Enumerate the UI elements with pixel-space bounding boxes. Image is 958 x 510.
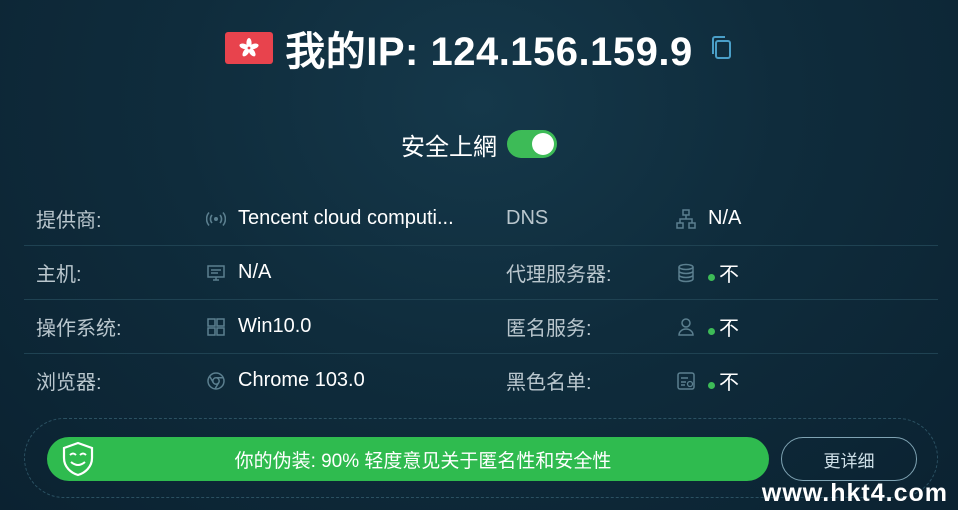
blacklist-icon xyxy=(677,371,695,390)
blacklist-value-cell: 不 xyxy=(676,366,739,395)
status-dot xyxy=(708,274,715,281)
os-value-cell: Win10.0 xyxy=(206,315,506,338)
safe-browsing-row: 安全上網 xyxy=(0,126,958,162)
provider-label: 提供商: xyxy=(36,210,102,232)
signal-icon xyxy=(206,211,226,226)
table-row: 浏览器: Chrome 103.0 黑色名单: 不 xyxy=(24,354,938,407)
host-value-cell: N/A xyxy=(206,261,506,284)
browser-value: Chrome 103.0 xyxy=(238,369,365,391)
network-icon xyxy=(676,208,696,229)
host-icon xyxy=(207,264,225,281)
dns-label: DNS xyxy=(506,207,549,229)
browser-label: 浏览器: xyxy=(36,372,102,394)
anonymity-label: 匿名服务: xyxy=(506,318,592,340)
blacklist-value: 不 xyxy=(719,372,739,394)
dns-value-cell: N/A xyxy=(676,207,741,230)
host-label: 主机: xyxy=(36,264,82,286)
proxy-value: 不 xyxy=(719,264,739,286)
table-row: 提供商: Tencent cloud computi... DNS N/A xyxy=(24,192,938,246)
table-row: 操作系统: Win10.0 匿名服务: 不 xyxy=(24,300,938,354)
browser-value-cell: Chrome 103.0 xyxy=(206,369,506,392)
provider-value: Tencent cloud computi... xyxy=(238,207,454,229)
ip-header: 我的IP: 124.156.159.9 xyxy=(0,20,958,76)
safe-browsing-toggle[interactable] xyxy=(507,130,557,158)
dns-value: N/A xyxy=(708,207,742,229)
status-dot xyxy=(708,328,715,335)
disguise-progress-bar: 你的伪装: 90% 轻度意见关于匿名性和安全性 xyxy=(47,437,769,481)
watermark: www.hkt4.com xyxy=(761,479,948,507)
table-row: 主机: N/A 代理服务器: 不 xyxy=(24,246,938,300)
hong-kong-flag-icon xyxy=(225,32,274,64)
anonymity-value-cell: 不 xyxy=(676,312,739,341)
copy-icon[interactable] xyxy=(709,35,733,61)
provider-value-cell: Tencent cloud computi... xyxy=(206,207,506,230)
user-icon xyxy=(678,317,694,336)
status-dot xyxy=(708,382,715,389)
proxy-label: 代理服务器: xyxy=(506,264,612,286)
host-value: N/A xyxy=(238,261,272,283)
ip-address-title: 我的IP: 124.156.159.9 xyxy=(285,30,693,74)
os-value: Win10.0 xyxy=(238,315,312,337)
disguise-text: 你的伪装: 90% 轻度意见关于匿名性和安全性 xyxy=(234,450,612,472)
database-icon xyxy=(678,263,694,282)
more-details-button[interactable]: 更详细 xyxy=(781,437,917,481)
os-label: 操作系统: xyxy=(36,318,122,340)
safe-browsing-label: 安全上網 xyxy=(401,133,497,161)
mask-shield-icon xyxy=(62,441,94,477)
blacklist-label: 黑色名单: xyxy=(506,372,592,394)
windows-icon xyxy=(207,317,225,336)
anonymity-value: 不 xyxy=(719,318,739,340)
toggle-knob xyxy=(532,133,554,155)
info-table: 提供商: Tencent cloud computi... DNS N/A 主机… xyxy=(24,192,938,407)
proxy-value-cell: 不 xyxy=(676,258,739,287)
chrome-icon xyxy=(207,371,225,390)
